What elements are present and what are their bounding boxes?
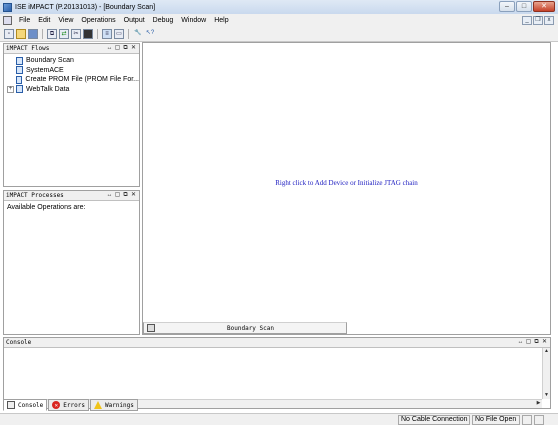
float-panel-icon[interactable]: ⧉ xyxy=(533,339,540,346)
processes-body: Available Operations are: xyxy=(7,204,86,211)
chip-icon[interactable] xyxy=(83,29,93,39)
document-icon xyxy=(16,66,23,75)
tab-warnings[interactable]: Warnings xyxy=(89,399,138,411)
console-header: Console ↔ ▢ ⧉ ✕ xyxy=(4,338,550,348)
tab-boundary-scan[interactable]: Boundary Scan xyxy=(143,322,347,334)
layout-icon[interactable]: ≡ xyxy=(102,29,112,39)
expand-icon[interactable]: + xyxy=(7,85,14,93)
processes-panel-header: iMPACT Processes ↔ ▢ ⧉ ✕ xyxy=(4,191,139,201)
app-icon xyxy=(3,2,12,12)
processes-panel-title: iMPACT Processes xyxy=(6,192,64,199)
minimize-button[interactable]: – xyxy=(499,1,515,12)
menu-output[interactable]: Output xyxy=(120,17,149,24)
maximize-button[interactable]: □ xyxy=(516,1,532,12)
menu-view[interactable]: View xyxy=(54,17,77,24)
warning-icon xyxy=(93,401,102,409)
processes-panel-controls: ↔ ▢ ⧉ ✕ xyxy=(106,192,137,199)
menu-debug[interactable]: Debug xyxy=(149,17,178,24)
cable-status: No Cable Connection xyxy=(398,415,470,425)
window-controls: – □ ✕ xyxy=(499,1,555,12)
tree-item-webtalk[interactable]: + WebTalk Data xyxy=(7,85,139,95)
minimize-panel-icon[interactable]: ▢ xyxy=(114,192,121,199)
wrench-icon[interactable]: 🔧 xyxy=(133,29,143,39)
float-panel-icon[interactable]: ⧉ xyxy=(122,192,129,199)
move-icon[interactable]: ↔ xyxy=(517,339,524,346)
tree-item-label: Create PROM File (PROM File For... xyxy=(25,76,139,84)
save-icon[interactable] xyxy=(28,29,38,39)
new-file-icon[interactable]: ▫ xyxy=(4,29,14,39)
tree-item-create-prom[interactable]: Create PROM File (PROM File For... xyxy=(7,75,139,85)
document-icon xyxy=(15,75,23,84)
console-output[interactable] xyxy=(4,348,542,399)
toolbar-separator xyxy=(128,29,129,39)
close-panel-icon[interactable]: ✕ xyxy=(130,192,137,199)
canvas-hint: Right click to Add Device or Initialize … xyxy=(275,179,418,187)
document-menu-icon[interactable] xyxy=(3,16,12,25)
open-folder-icon[interactable] xyxy=(16,29,26,39)
doc-close-button[interactable]: x xyxy=(544,16,554,25)
menu-help[interactable]: Help xyxy=(210,17,232,24)
tab-errors-label: Errors xyxy=(63,401,85,409)
scroll-right-icon[interactable]: ▶ xyxy=(535,400,542,407)
status-cell-empty xyxy=(534,415,544,425)
tree-item-label: Boundary Scan xyxy=(26,57,74,65)
minimize-panel-icon[interactable]: ▢ xyxy=(114,45,121,52)
menu-window[interactable]: Window xyxy=(177,17,210,24)
processes-panel: iMPACT Processes ↔ ▢ ⧉ ✕ Available Opera… xyxy=(3,190,140,335)
close-panel-icon[interactable]: ✕ xyxy=(130,45,137,52)
arrows-icon[interactable]: ⇄ xyxy=(59,29,69,39)
close-panel-icon[interactable]: ✕ xyxy=(541,339,548,346)
tab-warnings-label: Warnings xyxy=(104,401,134,409)
flows-panel-controls: ↔ ▢ ⧉ ✕ xyxy=(106,45,137,52)
tab-errors[interactable]: ✕ Errors xyxy=(48,399,89,411)
console-vertical-scrollbar[interactable]: ▲ ▼ xyxy=(542,348,550,399)
doc-minimize-button[interactable]: _ xyxy=(522,16,532,25)
menu-bar: File Edit View Operations Output Debug W… xyxy=(0,14,558,27)
status-bar: No Cable Connection No File Open xyxy=(0,413,558,425)
flows-panel: iMPACT Flows ↔ ▢ ⧉ ✕ Boundary Scan Syste… xyxy=(3,43,140,187)
tree-item-label: SystemACE xyxy=(26,66,64,74)
scissors-icon[interactable]: ✂ xyxy=(71,29,81,39)
file-status: No File Open xyxy=(472,415,520,425)
flows-panel-title: iMPACT Flows xyxy=(6,45,50,52)
console-tabs: Console ✕ Errors Warnings xyxy=(3,399,139,411)
move-icon[interactable]: ↔ xyxy=(106,45,113,52)
tab-console[interactable]: Console xyxy=(3,399,48,411)
tree-item-label: WebTalk Data xyxy=(26,85,70,93)
menu-operations[interactable]: Operations xyxy=(77,17,119,24)
close-button[interactable]: ✕ xyxy=(533,1,555,12)
tree-item-systemace[interactable]: SystemACE xyxy=(7,66,139,76)
console-title: Console xyxy=(6,339,32,346)
title-bar: ISE iMPACT (P.20131013) - [Boundary Scan… xyxy=(0,0,558,14)
move-icon[interactable]: ↔ xyxy=(106,192,113,199)
help-pointer-icon[interactable]: ↖? xyxy=(145,29,155,39)
boundary-scan-tab-icon xyxy=(147,324,155,332)
minimize-panel-icon[interactable]: ▢ xyxy=(525,339,532,346)
float-panel-icon[interactable]: ⧉ xyxy=(122,45,129,52)
tab-console-label: Console xyxy=(18,401,44,409)
flows-tree: Boundary Scan SystemACE Create PROM File… xyxy=(4,54,139,94)
menu-edit[interactable]: Edit xyxy=(34,17,54,24)
console-icon xyxy=(7,401,15,409)
window-icon[interactable]: ▭ xyxy=(114,29,124,39)
toolbar: ▫ ⧉ ⇄ ✂ ≡ ▭ 🔧 ↖? xyxy=(0,27,558,42)
toolbar-separator xyxy=(97,29,98,39)
document-icon xyxy=(16,85,23,94)
boundary-scan-icon xyxy=(16,56,23,65)
tab-label: Boundary Scan xyxy=(227,324,274,332)
scroll-up-icon[interactable]: ▲ xyxy=(543,348,550,355)
boundary-scan-canvas[interactable]: Right click to Add Device or Initialize … xyxy=(142,42,551,335)
flows-panel-header: iMPACT Flows ↔ ▢ ⧉ ✕ xyxy=(4,44,139,54)
document-window-controls: _ ❐ x xyxy=(522,16,554,25)
scroll-down-icon[interactable]: ▼ xyxy=(543,392,550,399)
error-icon: ✕ xyxy=(52,401,61,409)
copy-icon[interactable]: ⧉ xyxy=(47,29,57,39)
toolbar-separator xyxy=(42,29,43,39)
tree-item-boundary-scan[interactable]: Boundary Scan xyxy=(7,56,139,66)
menu-file[interactable]: File xyxy=(15,17,34,24)
console-controls: ↔ ▢ ⧉ ✕ xyxy=(517,339,548,346)
window-title: ISE iMPACT (P.20131013) - [Boundary Scan… xyxy=(15,3,156,11)
status-cell-empty xyxy=(522,415,532,425)
doc-restore-button[interactable]: ❐ xyxy=(533,16,543,25)
